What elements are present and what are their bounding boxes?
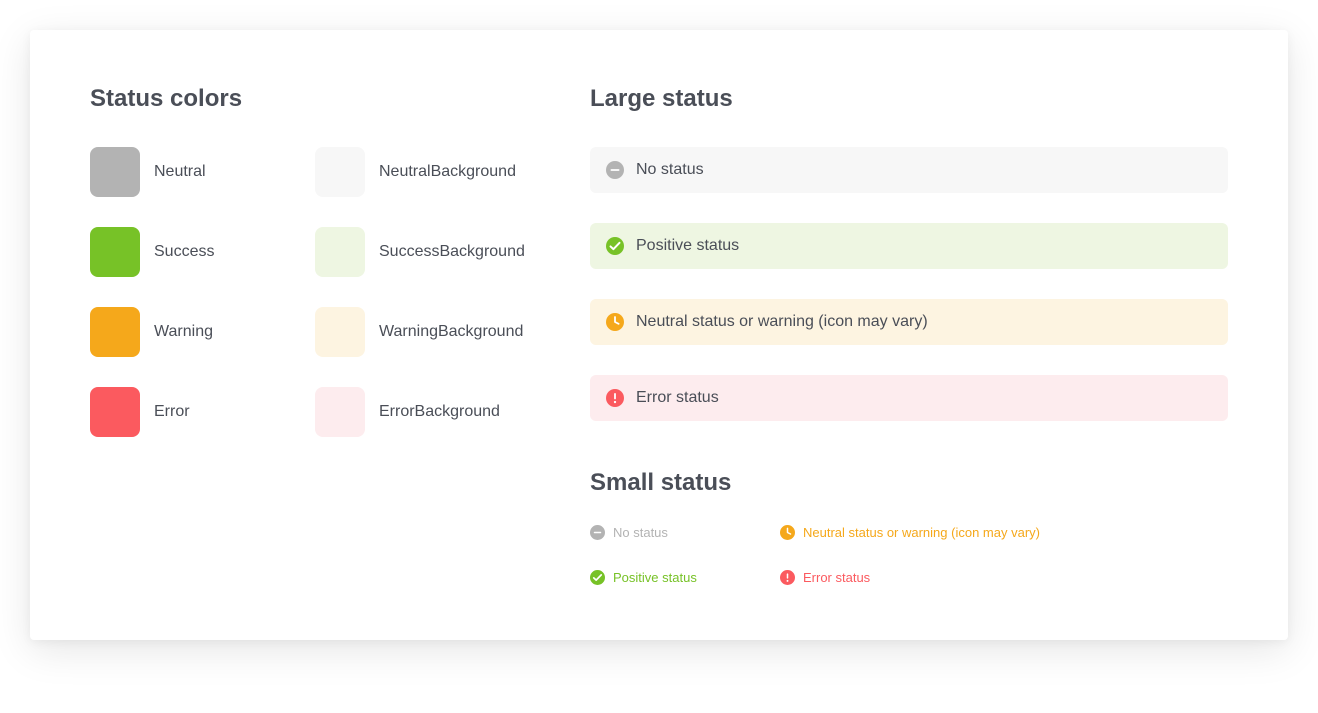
large-status-row: Positive status: [590, 223, 1228, 269]
swatch-label: WarningBackground: [379, 323, 523, 341]
small-status-heading: Small status: [590, 469, 1228, 497]
color-swatch: [315, 387, 365, 437]
minus-circle-icon: [590, 525, 605, 540]
status-label: Positive status: [636, 237, 739, 255]
exclamation-circle-icon: [606, 389, 624, 407]
small-status-grid: No status Neutral status or warning (icon…: [590, 525, 1228, 585]
swatch-item: Neutral: [90, 147, 305, 197]
small-status-row: Neutral status or warning (icon may vary…: [780, 525, 1228, 540]
swatch-item: SuccessBackground: [315, 227, 530, 277]
minus-circle-icon: [606, 161, 624, 179]
check-circle-icon: [606, 237, 624, 255]
small-status-row: Error status: [780, 570, 1228, 585]
large-status-row: No status: [590, 147, 1228, 193]
clock-icon: [780, 525, 795, 540]
clock-icon: [606, 313, 624, 331]
small-status-row: No status: [590, 525, 770, 540]
swatch-item: WarningBackground: [315, 307, 530, 357]
exclamation-circle-icon: [780, 570, 795, 585]
swatch-label: Neutral: [154, 163, 206, 181]
status-colors-column: Status colors Neutral NeutralBackground Su…: [90, 85, 530, 585]
color-swatch: [315, 227, 365, 277]
swatch-item: NeutralBackground: [315, 147, 530, 197]
status-colors-heading: Status colors: [90, 85, 530, 113]
status-label: Neutral status or warning (icon may vary…: [636, 313, 928, 331]
color-swatch: [315, 147, 365, 197]
status-label: Error status: [636, 389, 719, 407]
swatch-item: Error: [90, 387, 305, 437]
swatch-label: Warning: [154, 323, 213, 341]
color-swatch: [90, 387, 140, 437]
swatch-item: ErrorBackground: [315, 387, 530, 437]
color-swatch: [315, 307, 365, 357]
color-swatch: [90, 227, 140, 277]
swatch-label: Error: [154, 403, 190, 421]
large-status-row: Neutral status or warning (icon may vary…: [590, 299, 1228, 345]
small-status-row: Positive status: [590, 570, 770, 585]
status-label: Neutral status or warning (icon may vary…: [803, 525, 1040, 540]
color-swatch: [90, 147, 140, 197]
large-status-row: Error status: [590, 375, 1228, 421]
status-label: Error status: [803, 570, 870, 585]
large-status-heading: Large status: [590, 85, 1228, 113]
swatch-item: Success: [90, 227, 305, 277]
status-label: Positive status: [613, 570, 697, 585]
color-swatch: [90, 307, 140, 357]
check-circle-icon: [590, 570, 605, 585]
status-label: No status: [636, 161, 704, 179]
status-examples-column: Large status No status Positive status Neu…: [590, 85, 1228, 585]
swatch-label: ErrorBackground: [379, 403, 500, 421]
swatch-grid: Neutral NeutralBackground Success SuccessBa…: [90, 147, 530, 437]
large-status-list: No status Positive status Neutral status o…: [590, 147, 1228, 421]
swatch-label: SuccessBackground: [379, 243, 525, 261]
swatch-item: Warning: [90, 307, 305, 357]
status-label: No status: [613, 525, 668, 540]
design-system-card: Status colors Neutral NeutralBackground Su…: [30, 30, 1288, 640]
swatch-label: NeutralBackground: [379, 163, 516, 181]
swatch-label: Success: [154, 243, 214, 261]
